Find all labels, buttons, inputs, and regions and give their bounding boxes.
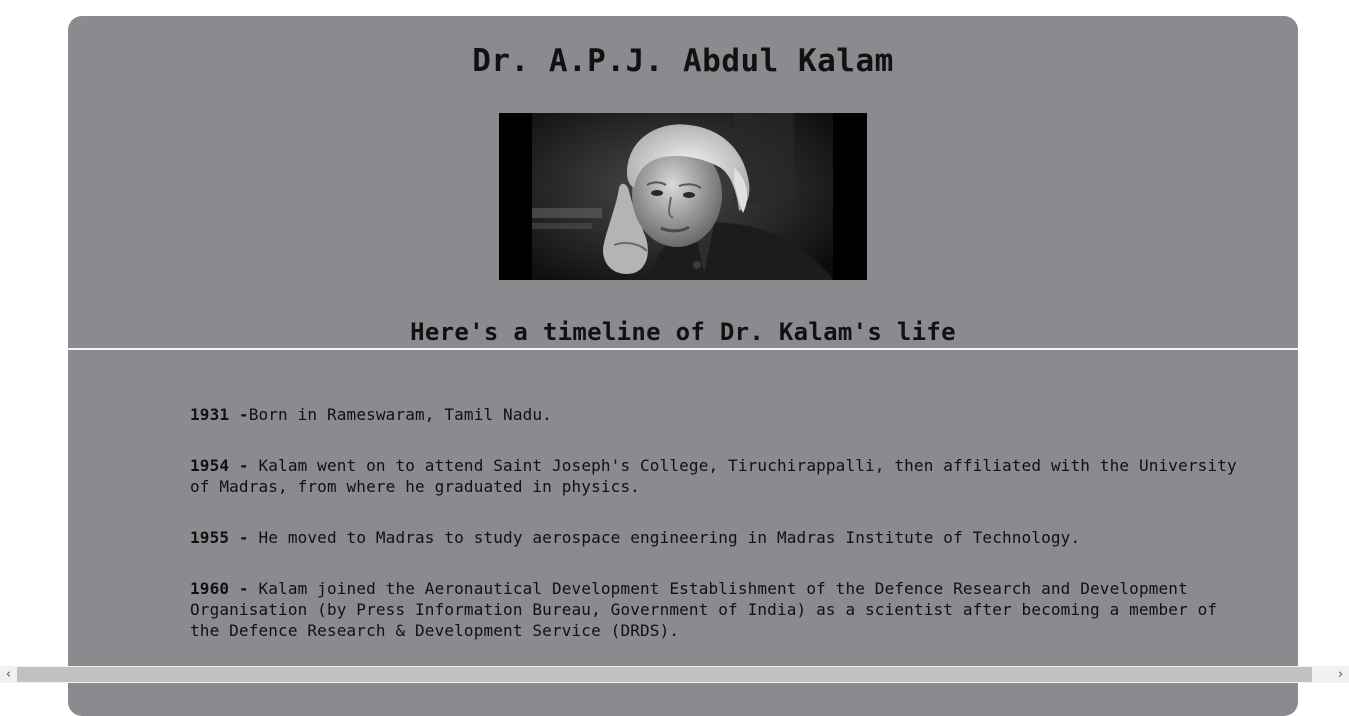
timeline-year: 1931 - bbox=[190, 405, 249, 424]
timeline-list: 1931 -Born in Rameswaram, Tamil Nadu. 19… bbox=[190, 404, 1250, 671]
timeline-year: 1955 - bbox=[190, 528, 249, 547]
timeline-text: He moved to Madras to study aerospace en… bbox=[248, 528, 1081, 547]
chevron-right-icon[interactable]: › bbox=[1332, 666, 1349, 683]
tribute-card: Dr. A.P.J. Abdul Kalam Here's a timeline… bbox=[68, 16, 1298, 716]
timeline-year: 1960 - bbox=[190, 579, 249, 598]
portrait-image bbox=[499, 113, 867, 280]
timeline-entry-1955: 1955 - He moved to Madras to study aeros… bbox=[190, 527, 1250, 548]
timeline-entry-1954: 1954 - Kalam went on to attend Saint Jos… bbox=[190, 455, 1250, 497]
timeline-heading: Here's a timeline of Dr. Kalam's life bbox=[410, 318, 956, 346]
timeline-year: 1954 - bbox=[190, 456, 249, 475]
chevron-left-icon[interactable]: ‹ bbox=[0, 666, 17, 683]
page-title: Dr. A.P.J. Abdul Kalam bbox=[472, 43, 894, 79]
horizontal-scrollbar[interactable]: ‹ › bbox=[0, 666, 1349, 683]
scrollbar-thumb[interactable] bbox=[17, 667, 1312, 682]
timeline-entry-1960: 1960 - Kalam joined the Aeronautical Dev… bbox=[190, 578, 1250, 641]
section-divider bbox=[68, 348, 1298, 350]
timeline-text: Kalam went on to attend Saint Joseph's C… bbox=[190, 456, 1237, 496]
timeline-text: Born in Rameswaram, Tamil Nadu. bbox=[248, 405, 552, 424]
timeline-text: Kalam joined the Aeronautical Developmen… bbox=[190, 579, 1218, 640]
portrait-photo-icon bbox=[499, 113, 867, 280]
timeline-entry-1931: 1931 -Born in Rameswaram, Tamil Nadu. bbox=[190, 404, 1250, 425]
